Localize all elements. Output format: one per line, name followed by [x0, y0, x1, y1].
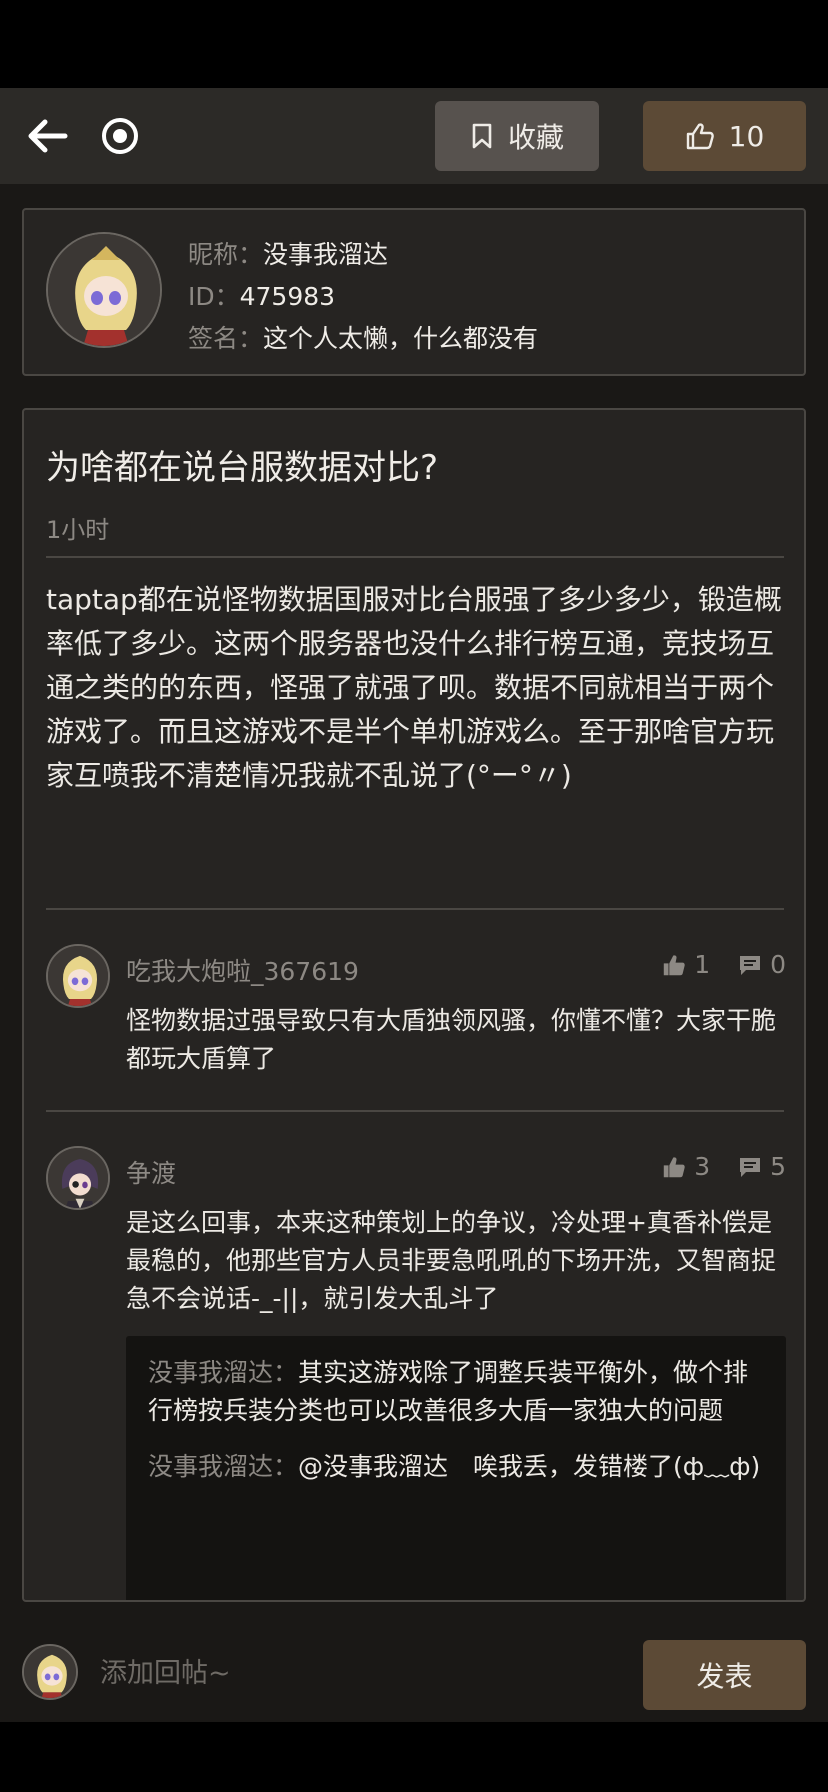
comment-like-count: 1: [694, 950, 711, 979]
divider: [46, 556, 784, 558]
comment-like-button[interactable]: 3: [662, 1152, 710, 1181]
like-count: 10: [728, 119, 765, 153]
post-body: taptap都在说怪物数据国服对比台服强了多少多少，锻造概率低了多少。这两个服务…: [46, 583, 782, 792]
home-indicator-area: [0, 1722, 828, 1792]
profile-info: 昵称：没事我溜达 ID：475983 签名：这个人太懒，什么都没有: [188, 234, 538, 360]
thumbs-up-icon: [663, 1156, 685, 1177]
comment-icon: [740, 955, 761, 975]
divider: [46, 908, 784, 910]
post-card: 为啥都在说台服数据对比? 1小时 taptap都在说怪物数据国服对比台服强了多少…: [22, 408, 806, 1602]
comment-reply-button[interactable]: 5: [738, 1152, 786, 1181]
sub-reply-item[interactable]: 没事我溜达：其实这游戏除了调整兵装平衡外，做个排行榜按兵装分类也可以改善很多大盾…: [148, 1354, 764, 1430]
commenter-avatar[interactable]: [46, 944, 110, 1008]
target-button[interactable]: [96, 112, 144, 160]
sub-reply-list: 没事我溜达：其实这游戏除了调整兵装平衡外，做个排行榜按兵装分类也可以改善很多大盾…: [126, 1336, 786, 1600]
commenter-name[interactable]: 争渡: [126, 1154, 176, 1190]
my-avatar: [22, 1644, 78, 1700]
comment-reply-count: 5: [770, 1152, 786, 1181]
author-avatar[interactable]: [46, 232, 162, 348]
post-time: 1小时: [46, 516, 110, 544]
signature-value: 这个人太懒，什么都没有: [263, 324, 539, 353]
nickname-label: 昵称：: [188, 240, 264, 269]
arrow-left-icon: [28, 119, 68, 153]
anime-character-avatar-image: [48, 1148, 108, 1208]
back-button[interactable]: [24, 112, 72, 160]
thumbs-up-icon: [663, 954, 685, 975]
target-icon: [102, 118, 138, 154]
sub-reply-item[interactable]: 没事我溜达：@没事我溜达 唉我丢，发错楼了(ф﹏ф): [148, 1448, 764, 1486]
bookmark-icon: [472, 123, 492, 149]
author-profile-card: 昵称：没事我溜达 ID：475983 签名：这个人太懒，什么都没有: [22, 208, 806, 376]
favorite-button[interactable]: 收藏: [435, 101, 599, 171]
status-bar: [0, 0, 828, 88]
comment-stats: 1 0: [662, 950, 786, 979]
comment-text: 是这么回事，本来这种策划上的争议，冷处理+真香补偿是最稳的，他那些官方人员非要急…: [126, 1208, 777, 1313]
anime-character-avatar-image: [24, 1646, 76, 1698]
comment-reply-count: 0: [770, 950, 786, 979]
sub-reply-author: 没事我溜达：: [148, 1358, 299, 1387]
commenter-name[interactable]: 吃我大炮啦_367619: [126, 952, 359, 988]
like-button[interactable]: 10: [643, 101, 806, 171]
post-title: 为啥都在说台服数据对比?: [46, 448, 439, 488]
reply-bar: 发表: [0, 1624, 828, 1722]
comment-reply-button[interactable]: 0: [738, 950, 786, 979]
id-label: ID：: [188, 282, 240, 311]
commenter-avatar[interactable]: [46, 1146, 110, 1210]
send-button[interactable]: 发表: [643, 1640, 806, 1710]
reply-input[interactable]: [100, 1650, 520, 1696]
divider: [46, 1110, 784, 1112]
signature-label: 签名：: [188, 324, 264, 353]
sub-reply-text: @没事我溜达 唉我丢，发错楼了(ф﹏ф): [298, 1452, 761, 1481]
id-value: 475983: [239, 282, 336, 311]
nickname-value: 没事我溜达: [263, 240, 389, 269]
comment-stats: 3 5: [662, 1152, 786, 1181]
anime-character-avatar-image: [48, 234, 160, 346]
comment-item: 争渡 3 5 是这么回事，本来这种策划上的争议，冷处理+真香补偿是最稳的，他那些…: [46, 1146, 786, 1600]
favorite-label: 收藏: [507, 121, 564, 154]
sub-reply-author: 没事我溜达：: [148, 1452, 299, 1481]
anime-character-avatar-image: [48, 946, 108, 1006]
thumbs-up-icon: [686, 123, 714, 150]
top-toolbar: 收藏 10: [0, 88, 828, 184]
main-content: 昵称：没事我溜达 ID：475983 签名：这个人太懒，什么都没有 为啥都在说台…: [0, 184, 828, 1722]
comment-icon: [740, 1157, 761, 1177]
comment-like-count: 3: [694, 1152, 711, 1181]
comment-like-button[interactable]: 1: [662, 950, 710, 979]
comment-text: 怪物数据过强导致只有大盾独领风骚，你懂不懂？大家干脆都玩大盾算了: [126, 1006, 777, 1073]
comment-item: 吃我大炮啦_367619 1 0 怪物数据过强导致只有大盾独领风骚，你懂不懂？大…: [46, 944, 786, 1084]
